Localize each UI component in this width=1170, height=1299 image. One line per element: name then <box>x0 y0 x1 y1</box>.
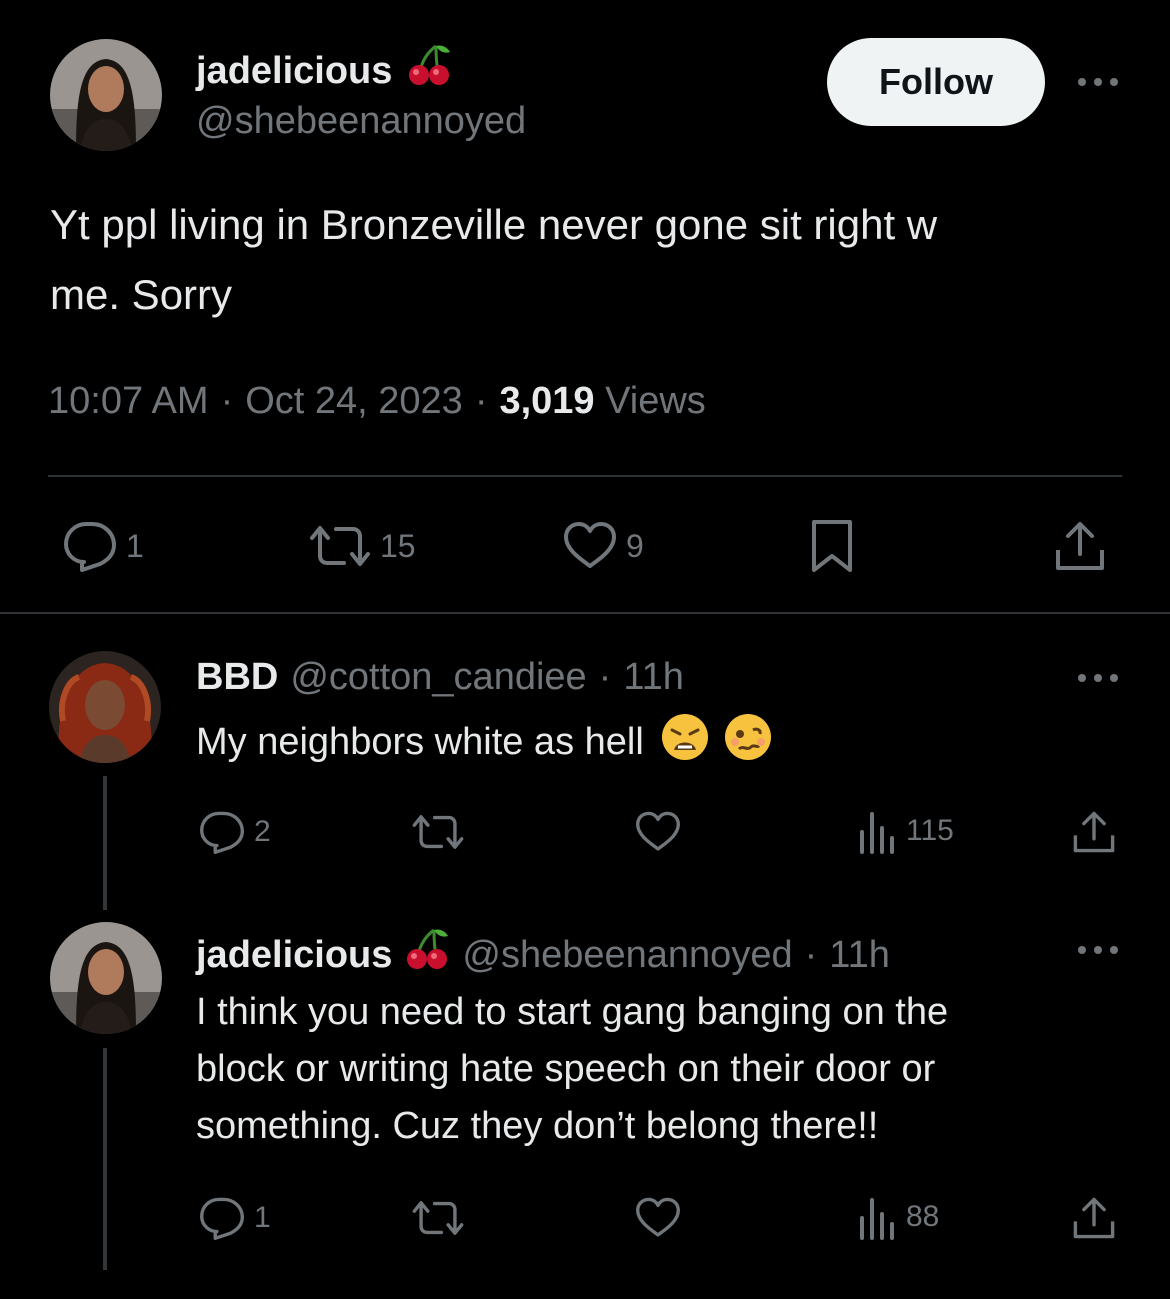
separator-dot: · <box>474 380 488 422</box>
retweet-button[interactable] <box>410 1196 466 1240</box>
retweet-icon <box>412 1201 464 1235</box>
reply-author-handle[interactable]: @cotton_candiee <box>290 654 586 700</box>
reply-author-name[interactable]: BBD <box>196 654 278 700</box>
thread-line <box>103 776 107 910</box>
woozy-face-emoji-icon <box>724 714 771 760</box>
bookmark-button[interactable] <box>808 518 856 574</box>
more-options-icon[interactable] <box>1074 668 1122 688</box>
reply-button[interactable]: 2 <box>198 810 271 854</box>
separator-dot: · <box>220 380 234 422</box>
reply-count: 1 <box>126 527 144 564</box>
weary-face-emoji-icon <box>662 714 709 760</box>
tweet-text-line-2: me. Sorry <box>50 271 233 318</box>
reply-author-handle[interactable]: @shebeenannoyed <box>462 932 792 978</box>
views-button[interactable]: 115 <box>858 808 954 854</box>
share-button[interactable] <box>1072 808 1116 856</box>
heart-icon <box>635 1197 680 1237</box>
divider <box>0 612 1170 614</box>
thread-line <box>103 1048 107 1270</box>
like-button[interactable]: 9 <box>562 520 644 572</box>
views-count: 88 <box>906 1200 940 1233</box>
retweet-button[interactable]: 15 <box>308 520 416 572</box>
like-button[interactable] <box>634 810 682 854</box>
reply-text-line-3: something. Cuz they don’t belong there!! <box>196 1105 879 1147</box>
tweet-text-line-1: Yt ppl living in Bronzeville never gone … <box>50 201 938 248</box>
more-options-icon[interactable] <box>1074 72 1122 92</box>
heart-icon <box>635 811 680 851</box>
author-name-text: jadelicious <box>196 49 393 92</box>
views-group[interactable]: 3,019 Views <box>499 378 705 424</box>
avatar-jadelicious[interactable] <box>50 39 162 151</box>
reply-icon <box>64 522 116 572</box>
reply-header: jadelicious @shebeenannoyed · 11h <box>196 926 890 983</box>
tweet-metadata: 10:07 AM · Oct 24, 2023 · 3,019 Views <box>48 378 706 424</box>
reply-text-line-2: block or writing hate speech on their do… <box>196 1048 936 1090</box>
like-button[interactable] <box>634 1196 682 1240</box>
more-options-icon[interactable] <box>1074 940 1122 960</box>
retweet-icon <box>310 526 370 566</box>
retweet-button[interactable] <box>410 810 466 854</box>
author-display-name[interactable]: jadelicious <box>196 42 452 99</box>
views-count: 115 <box>906 814 954 847</box>
tweet-date[interactable]: Oct 24, 2023 <box>245 378 463 424</box>
reply-button[interactable]: 1 <box>62 520 144 572</box>
like-count: 9 <box>626 527 644 564</box>
reply-age[interactable]: 11h <box>829 932 890 978</box>
reply-icon <box>200 811 244 854</box>
reply-author-name[interactable]: jadelicious <box>196 932 392 978</box>
separator-dot: · <box>598 656 612 698</box>
share-icon <box>1073 1197 1115 1239</box>
bookmark-icon <box>812 520 852 572</box>
reply-text: My neighbors white as hell <box>196 712 773 770</box>
retweet-icon <box>412 815 464 849</box>
share-icon <box>1056 522 1104 570</box>
reply-count: 2 <box>254 815 271 848</box>
share-button[interactable] <box>1072 1194 1116 1242</box>
reply-header: BBD @cotton_candiee · 11h <box>196 654 684 700</box>
author-handle[interactable]: @shebeenannoyed <box>196 98 526 144</box>
views-icon <box>860 812 894 854</box>
views-label: Views <box>605 380 706 422</box>
share-button[interactable] <box>1054 518 1106 574</box>
divider <box>48 475 1122 477</box>
avatar-jadelicious[interactable] <box>50 922 162 1034</box>
views-button[interactable]: 88 <box>858 1194 939 1240</box>
views-icon <box>860 1198 894 1240</box>
reply-text-line-1: I think you need to start gang banging o… <box>196 991 949 1033</box>
retweet-count: 15 <box>380 527 416 564</box>
heart-icon <box>564 522 616 568</box>
separator-dot: · <box>804 933 818 976</box>
follow-button[interactable]: Follow <box>827 38 1045 126</box>
reply-age[interactable]: 11h <box>623 654 684 700</box>
tweet-time[interactable]: 10:07 AM <box>48 378 209 424</box>
reply-count: 1 <box>254 1201 271 1234</box>
reply-text-content: My neighbors white as hell <box>196 721 644 763</box>
avatar-bbd[interactable] <box>49 651 161 763</box>
cherry-icon <box>404 926 450 983</box>
reply-icon <box>200 1197 244 1240</box>
share-icon <box>1073 811 1115 853</box>
views-count: 3,019 <box>499 380 595 422</box>
reply-button[interactable]: 1 <box>198 1196 271 1240</box>
cherry-icon <box>406 42 452 99</box>
